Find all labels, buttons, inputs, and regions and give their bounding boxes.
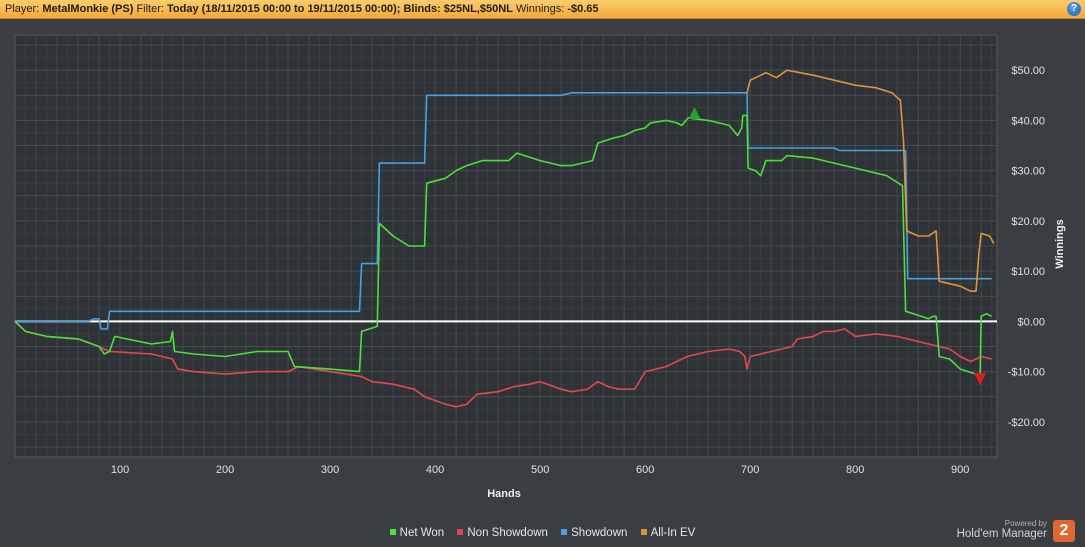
winnings-graph: 100 200 300 400 500 600 700 800 900 $50.00 $40.00 $…: [14, 34, 1066, 500]
legend-label-non-showdown: Non Showdown: [467, 527, 548, 539]
x-tick-label: 100: [111, 464, 129, 476]
showdown-swatch: [561, 529, 568, 535]
all-in-ev-swatch: [640, 529, 647, 535]
y-tick-label: $50.00: [1011, 65, 1045, 77]
y-tick-label: -$20.00: [1008, 417, 1045, 429]
y-tick-label: $20.00: [1011, 216, 1045, 228]
y-tick-label: -$10.00: [1008, 367, 1045, 379]
legend-label-showdown: Showdown: [571, 527, 628, 539]
winnings-label: Winnings:: [515, 3, 565, 15]
x-tick-label: 300: [321, 464, 339, 476]
y-tick-label: $40.00: [1011, 115, 1045, 127]
legend-item-net-won[interactable]: Net Won: [389, 527, 445, 539]
x-tick-label: 400: [426, 464, 444, 476]
y-tick-label: $10.00: [1011, 266, 1045, 278]
y-tick-label: $0.00: [1017, 316, 1045, 328]
powered-by-text: Powered by: [1004, 519, 1047, 528]
help-icon[interactable]: ?: [1067, 2, 1081, 16]
y-tick-label: $30.00: [1011, 166, 1045, 178]
player-label: Player:: [5, 3, 40, 15]
x-tick-label: 800: [846, 464, 864, 476]
non-showdown-swatch: [457, 529, 464, 535]
hm2-logo-icon: 2: [1053, 520, 1075, 542]
legend-item-showdown[interactable]: Showdown: [561, 527, 627, 539]
powered-by-branding: Powered by Hold'em Manager: [957, 519, 1047, 540]
y-axis-title: Winnings: [1054, 219, 1066, 268]
legend-label-net-won: Net Won: [399, 527, 445, 539]
x-tick-label: 900: [951, 464, 969, 476]
player-value: MetalMonkie (PS): [42, 3, 134, 15]
x-tick-label: 200: [216, 464, 234, 476]
filter-value: Today (18/11/2015 00:00 to 19/11/2015 00…: [167, 3, 513, 15]
filter-header-bar: Player: MetalMonkie (PS) Filter: Today (…: [0, 0, 1085, 19]
filter-label: Filter:: [136, 3, 164, 15]
brand-name: Hold'em Manager: [956, 528, 1047, 540]
x-tick-label: 500: [531, 464, 549, 476]
net-won-swatch: [389, 529, 396, 535]
x-axis-title: Hands: [487, 488, 521, 500]
legend-item-all-in-ev[interactable]: All-In EV: [640, 527, 696, 539]
legend-label-all-in-ev: All-In EV: [650, 527, 696, 539]
winnings-value: -$0.65: [567, 3, 599, 15]
legend-item-non-showdown[interactable]: Non Showdown: [457, 527, 548, 539]
x-tick-label: 600: [636, 464, 654, 476]
x-tick-label: 700: [741, 464, 759, 476]
chart-legend: Net Won Non Showdown Showdown All-In EV: [0, 527, 1085, 539]
